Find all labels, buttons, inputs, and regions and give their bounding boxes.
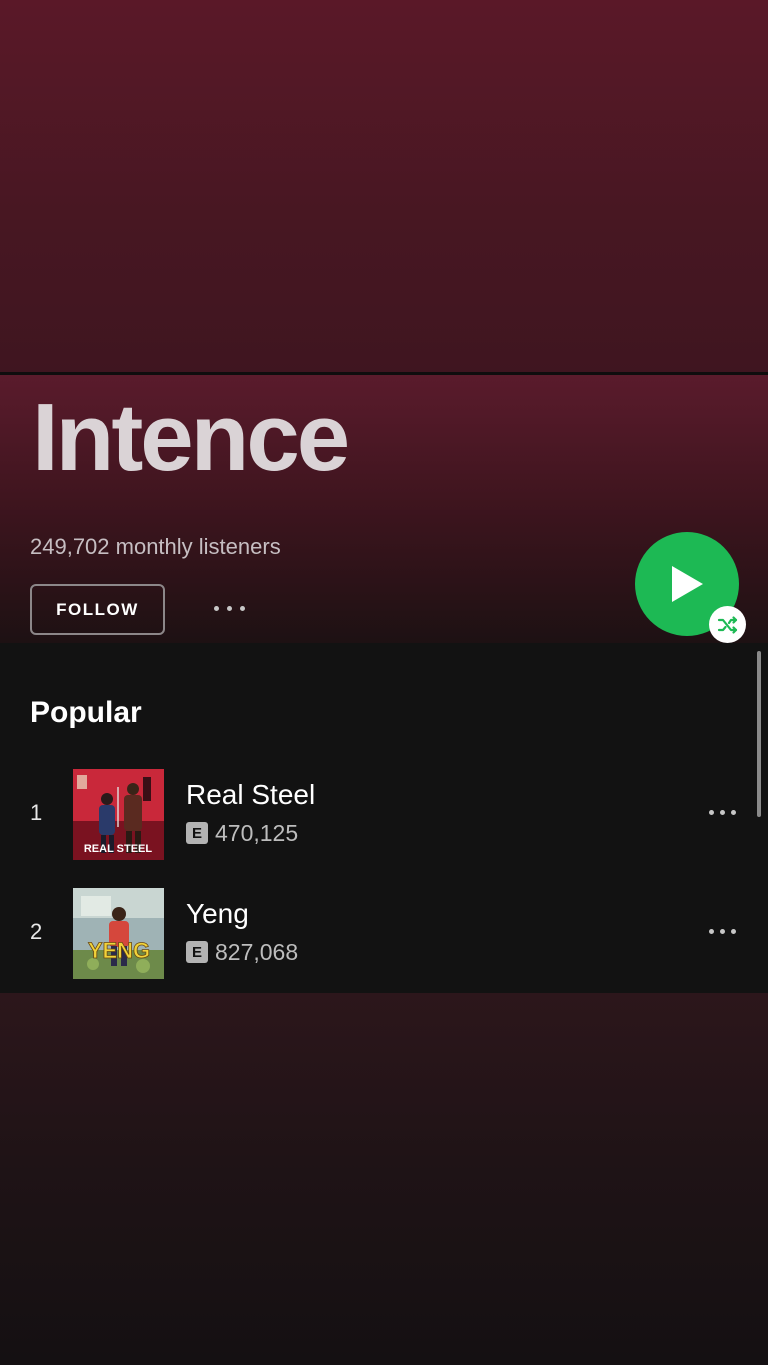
track-more-options-icon[interactable]: [709, 929, 736, 934]
play-icon: [672, 566, 703, 602]
track-row[interactable]: 2 YENG Yeng E 827,068: [0, 886, 768, 979]
shuffle-icon: [717, 615, 737, 634]
bottom-background: [0, 993, 768, 1365]
track-play-count: 827,068: [215, 939, 299, 965]
track-more-options-icon[interactable]: [709, 810, 736, 815]
cover-text: REAL STEEL: [84, 843, 153, 855]
header-image-area: [0, 0, 768, 373]
section-title-popular: Popular: [30, 696, 142, 729]
track-index: 2: [30, 919, 43, 944]
track-title: Real Steel: [186, 779, 316, 810]
track-row[interactable]: 1 REAL STEEL Real Steel E 470,125: [0, 767, 768, 860]
follow-button[interactable]: FOLLOW: [30, 584, 165, 635]
explicit-badge: E: [186, 941, 208, 963]
monthly-listeners: 249,702 monthly listeners: [30, 534, 281, 559]
explicit-badge: E: [186, 822, 208, 844]
track-play-count: 470,125: [215, 820, 299, 846]
track-cover-real-steel: REAL STEEL: [73, 769, 164, 860]
shuffle-button[interactable]: [709, 606, 746, 643]
artist-more-options-icon[interactable]: [214, 606, 245, 611]
track-index: 1: [30, 800, 43, 825]
track-title: Yeng: [186, 898, 249, 929]
artist-name: Intence: [32, 384, 350, 491]
cover-text: YENG: [88, 938, 150, 963]
track-cover-yeng: YENG: [73, 888, 164, 979]
